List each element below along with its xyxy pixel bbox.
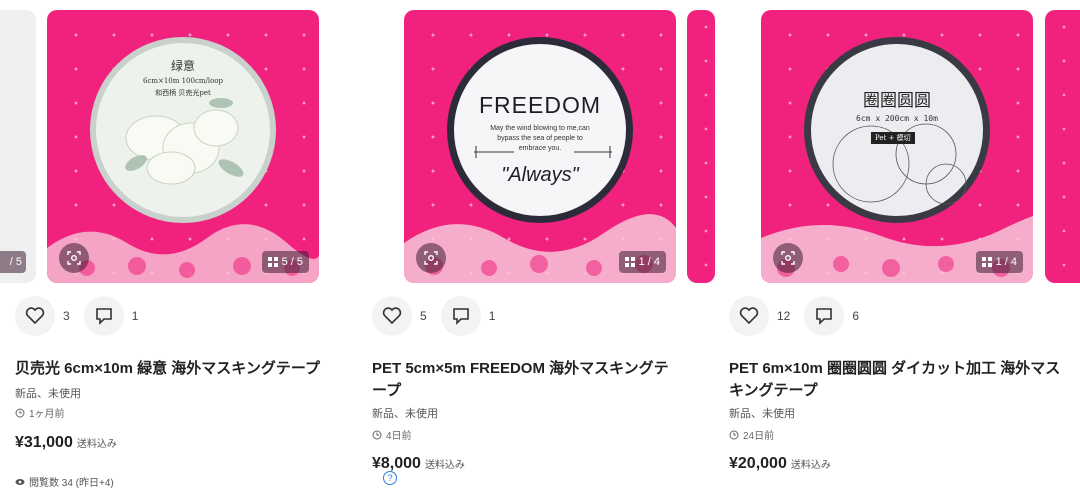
photo-counter: 5 / 5 — [261, 251, 309, 273]
item-condition: 新品、未使用 — [15, 388, 81, 400]
like-button[interactable] — [15, 296, 55, 336]
heart-icon — [739, 307, 759, 325]
photo-counter: 1 / 4 — [618, 251, 666, 273]
listing-title[interactable]: PET 6m×10m 圈圈圆圆 ダイカット加工 海外マスキングテープ — [729, 358, 1069, 402]
tape-roll: FREEDOM May the wind blowing to me,can b… — [447, 37, 633, 224]
price: ¥20,000 送料込み — [729, 455, 831, 472]
tape-label-sub: 6cm×10m 100cm/loop — [142, 77, 224, 86]
card-actions: 5 1 — [372, 296, 509, 336]
price: ¥31,000 送料込み — [15, 434, 117, 451]
tape-label-main: 绿意 — [170, 59, 195, 74]
item-condition: 新品、未使用 — [729, 408, 795, 420]
price: ¥8,000 送料込み — [372, 455, 465, 472]
like-count: 12 — [777, 309, 791, 323]
tape-label-sub2: "Always" — [501, 164, 579, 187]
listing-title[interactable]: 贝売光 6cm×10m 緑意 海外マスキングテープ — [15, 358, 355, 380]
tape-roll: 圈圈圆圆 6cm x 200cm x 10m Pet + 模切 — [804, 37, 990, 224]
clock-icon — [15, 408, 25, 417]
photo-counter: 1 / 4 — [975, 251, 1023, 273]
clock-icon — [372, 430, 382, 439]
scan-icon — [424, 251, 438, 265]
listing-card[interactable]: 圈圈圆圆 6cm x 200cm x 10m Pet + 模切 1 / 4 12… — [729, 0, 1080, 483]
tape-roll: 绿意 6cm×10m 100cm/loop 和西柄 贝売光pet — [90, 37, 276, 224]
product-photo[interactable]: 圈圈圆圆 6cm x 200cm x 10m Pet + 模切 1 / 4 — [761, 10, 1033, 283]
like-button[interactable] — [729, 296, 769, 336]
image-search-button[interactable] — [773, 243, 803, 273]
like-count: 5 — [420, 309, 427, 323]
heart-icon — [25, 307, 45, 325]
grid-icon — [981, 257, 992, 267]
listing-title[interactable]: PET 5cm×5m FREEDOM 海外マスキングテープ — [372, 358, 672, 402]
comment-button[interactable] — [804, 296, 845, 336]
view-count: 閲覧数 34 (昨日+4) — [15, 474, 114, 489]
clock-icon — [729, 430, 739, 439]
comment-button[interactable] — [83, 296, 124, 336]
like-count: 3 — [63, 309, 70, 323]
card-actions: 3 1 — [15, 296, 152, 336]
image-search-button[interactable] — [416, 243, 446, 273]
comment-icon — [95, 308, 112, 325]
tape-label-main: FREEDOM — [479, 92, 601, 119]
comment-count: 1 — [131, 309, 139, 323]
like-button[interactable] — [372, 296, 412, 336]
posted-time: 1ヶ月前 — [15, 405, 65, 420]
card-actions: 12 6 — [729, 296, 873, 336]
grid-icon — [267, 257, 278, 267]
item-condition: 新品、未使用 — [372, 408, 438, 420]
grid-icon — [624, 257, 635, 267]
image-search-button[interactable] — [59, 243, 89, 273]
listing-card[interactable]: FREEDOM May the wind blowing to me,can b… — [372, 0, 749, 483]
product-photo[interactable]: FREEDOM May the wind blowing to me,can b… — [404, 10, 676, 283]
comment-icon — [816, 308, 833, 325]
scan-icon — [67, 251, 81, 265]
eye-icon — [15, 478, 25, 485]
comment-icon — [452, 308, 469, 325]
product-photo[interactable]: 绿意 6cm×10m 100cm/loop 和西柄 贝売光pet 5 / 5 — [47, 10, 319, 283]
comment-count: 6 — [852, 309, 860, 323]
tape-label-sub2: 和西柄 贝売光pet — [155, 89, 211, 98]
heart-icon — [382, 307, 402, 325]
listing-card[interactable]: 绿意 6cm×10m 100cm/loop 和西柄 贝売光pet 5 / 5 3… — [15, 0, 397, 489]
posted-time: 24日前 — [729, 427, 774, 442]
scan-icon — [781, 251, 795, 265]
tape-label-sub2: Pet + 模切 — [871, 132, 915, 145]
comment-button[interactable] — [440, 296, 481, 336]
comment-count: 1 — [488, 309, 496, 323]
tape-label-sub: 6cm x 200cm x 10m — [856, 114, 938, 124]
tape-label-main: 圈圈圆圆 — [863, 91, 931, 112]
previous-card-peek[interactable]: / 5 — [0, 10, 36, 283]
photo-counter: / 5 — [0, 251, 26, 273]
posted-time: 4日前 — [372, 427, 412, 442]
